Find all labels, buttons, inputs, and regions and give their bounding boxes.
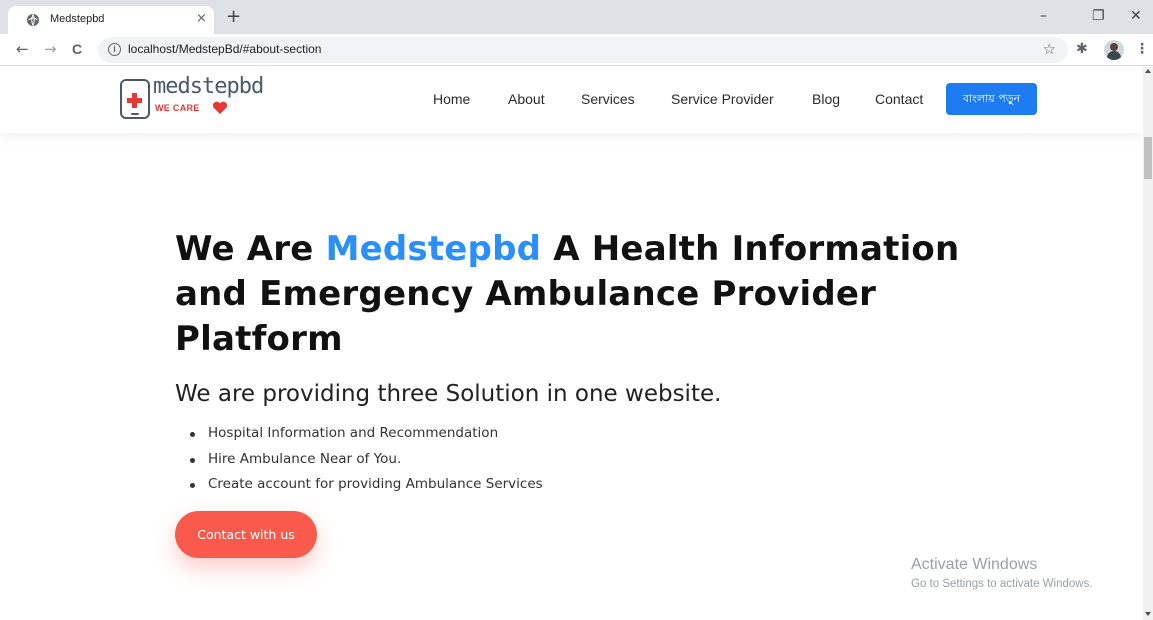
hero-subtitle: We are providing three Solution in one w… [175, 381, 722, 407]
star-icon[interactable]: ☆ [1043, 40, 1056, 58]
browser-tab[interactable]: Medstepbd × [8, 6, 214, 34]
site-logo[interactable]: medstepbd WE CARE [120, 74, 280, 122]
restore-icon[interactable]: ❐ [1092, 8, 1105, 24]
activate-windows-title: Activate Windows [911, 556, 1038, 573]
minimize-icon[interactable]: – [1040, 8, 1047, 24]
favicon-globe-icon [27, 14, 39, 26]
scroll-thumb[interactable] [1144, 137, 1152, 179]
hero-section: We Are Medstepbd A Health Information an… [175, 227, 995, 362]
tab-title: Medstepbd [50, 13, 105, 25]
scroll-up-arrow-icon[interactable] [1145, 69, 1151, 73]
info-icon[interactable]: i [108, 43, 121, 56]
logo-phone-icon [120, 79, 150, 119]
page-scrollbar[interactable] [1143, 67, 1153, 620]
back-icon[interactable]: ← [16, 40, 29, 58]
new-tab-icon[interactable]: + [226, 8, 241, 26]
nav-services[interactable]: Services [581, 91, 635, 107]
close-window-icon[interactable]: ✕ [1130, 8, 1142, 24]
contact-with-us-button[interactable]: Contact with us [175, 511, 317, 558]
logo-tagline: WE CARE [155, 103, 200, 113]
read-in-bangla-button[interactable]: বাংলায় পড়ুন [946, 83, 1037, 115]
nav-about[interactable]: About [508, 91, 545, 107]
address-bar[interactable]: i localhost/MedstepBd/#about-section ☆ [98, 37, 1068, 63]
reload-icon[interactable]: C [72, 40, 82, 58]
logo-name: medstepbd [153, 74, 264, 99]
tab-strip: Medstepbd × + – ❐ ✕ [0, 0, 1153, 34]
nav-service-provider[interactable]: Service Provider [671, 91, 774, 107]
url-text[interactable]: localhost/MedstepBd/#about-section [128, 42, 321, 56]
hero-title: We Are Medstepbd A Health Information an… [175, 229, 960, 359]
scroll-down-arrow-icon[interactable] [1145, 612, 1151, 616]
page-viewport: medstepbd WE CARE Home About Services Se… [0, 67, 1143, 620]
activate-windows-subtitle: Go to Settings to activate Windows. [911, 578, 1093, 590]
nav-blog[interactable]: Blog [812, 91, 840, 107]
list-item: Create account for providing Ambulance S… [190, 476, 543, 502]
heart-icon [212, 101, 228, 114]
forward-icon[interactable]: → [44, 40, 57, 58]
menu-icon[interactable]: ⋮ [1135, 41, 1149, 57]
browser-toolbar: ← → C i localhost/MedstepBd/#about-secti… [0, 34, 1153, 66]
feature-list: Hospital Information and Recommendation … [190, 425, 543, 502]
hero-brand-name: Medstepbd [325, 229, 542, 269]
nav-contact[interactable]: Contact [875, 91, 923, 107]
tab-close-icon[interactable]: × [196, 12, 207, 26]
list-item: Hire Ambulance Near of You. [190, 451, 543, 477]
site-header: medstepbd WE CARE Home About Services Se… [0, 67, 1143, 133]
profile-avatar[interactable] [1104, 40, 1124, 60]
nav-home[interactable]: Home [433, 91, 470, 107]
extensions-icon[interactable]: ✱ [1076, 41, 1088, 57]
list-item: Hospital Information and Recommendation [190, 425, 543, 451]
